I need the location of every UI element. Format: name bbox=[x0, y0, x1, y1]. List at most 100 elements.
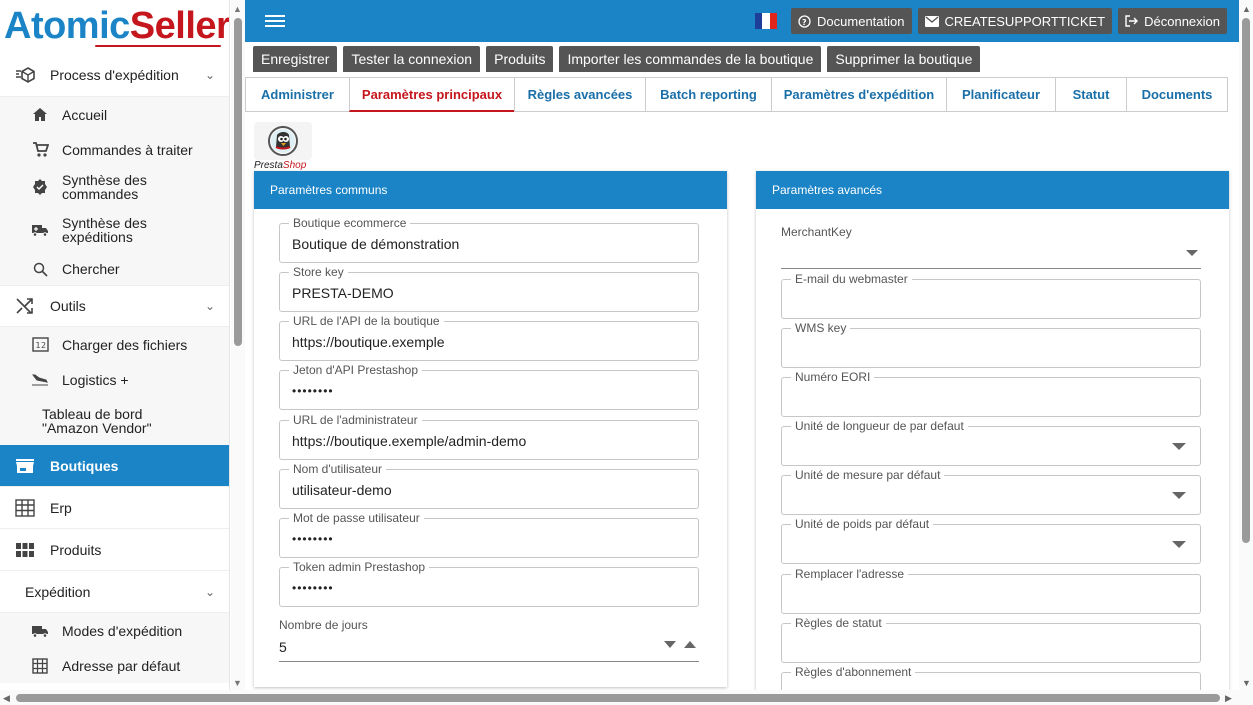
main-vertical-scrollbar[interactable]: ▲ ▼ bbox=[1239, 0, 1253, 705]
dropdown-caret-icon bbox=[1172, 541, 1186, 548]
tab-documents[interactable]: Documents bbox=[1126, 77, 1228, 112]
french-flag-icon[interactable] bbox=[755, 13, 778, 29]
length-unit-select[interactable]: Unité de longueur de par defaut bbox=[781, 419, 1201, 466]
tab-parametres-principaux[interactable]: Paramètres principaux bbox=[349, 77, 514, 112]
scroll-down-arrow-icon[interactable]: ▼ bbox=[233, 678, 242, 688]
import-orders-button[interactable]: Importer les commandes de la boutique bbox=[559, 46, 822, 72]
mail-icon bbox=[924, 15, 939, 27]
prestashop-api-token-field[interactable]: Jeton d'API Prestashop •••••••• bbox=[279, 363, 699, 410]
sidebar: AtomicSeller Process d'expédition ⌄ Accu… bbox=[0, 0, 230, 690]
field-label: Nom d'utilisateur bbox=[289, 462, 386, 476]
nav-item-chercher[interactable]: Chercher bbox=[0, 253, 229, 285]
menu-icon[interactable] bbox=[265, 15, 285, 27]
field-value: https://boutique.exemple/admin-demo bbox=[292, 433, 527, 449]
field-value: •••••••• bbox=[292, 581, 334, 595]
nav-item-label: Modes d'expédition bbox=[62, 622, 183, 639]
nav-group-outils[interactable]: Outils ⌄ bbox=[0, 285, 229, 327]
sidebar-scroll-thumb[interactable] bbox=[234, 18, 242, 346]
delete-store-button[interactable]: Supprimer la boutique bbox=[827, 46, 981, 72]
products-button[interactable]: Produits bbox=[486, 46, 554, 72]
nav-item-label: Logistics + bbox=[62, 371, 129, 388]
sidebar-scrollbar[interactable]: ▲ ▼ bbox=[231, 0, 245, 690]
dropdown-caret-icon bbox=[1172, 492, 1186, 499]
tab-administrer[interactable]: Administrer bbox=[245, 77, 349, 112]
days-underline bbox=[279, 661, 699, 662]
nav-item-adresse-defaut[interactable]: Adresse par défaut bbox=[0, 648, 229, 683]
tab-batch-reporting[interactable]: Batch reporting bbox=[645, 77, 771, 112]
days-label: Nombre de jours bbox=[279, 618, 368, 632]
increment-arrow-icon[interactable] bbox=[684, 641, 696, 648]
scroll-right-arrow-icon[interactable]: ▶ bbox=[1225, 693, 1232, 704]
field-label: URL de l'administrateur bbox=[289, 413, 422, 427]
webmaster-email-field[interactable]: E-mail du webmaster bbox=[781, 272, 1201, 319]
nav-item-synthese-expeditions[interactable]: Synthèse des expéditions bbox=[0, 207, 229, 253]
wms-key-field[interactable]: WMS key bbox=[781, 321, 1201, 368]
prestashop-wordmark: PrestaShop bbox=[254, 160, 307, 171]
support-ticket-button[interactable]: CREATESUPPORTTICKET bbox=[917, 8, 1113, 34]
field-label: WMS key bbox=[791, 321, 851, 335]
main-horizontal-scroll-thumb[interactable] bbox=[16, 694, 1220, 702]
nav-item-logistics[interactable]: Logistics + bbox=[0, 362, 229, 397]
common-settings-panel: Paramètres communs Boutique ecommerce Bo… bbox=[254, 171, 727, 687]
nav-item-label: Synthèse des commandes bbox=[62, 172, 147, 202]
logo-underline bbox=[95, 45, 221, 47]
tab-parametres-expedition[interactable]: Paramètres d'expédition bbox=[771, 77, 946, 112]
documentation-button[interactable]: ? Documentation bbox=[791, 8, 912, 34]
subscription-rules-field[interactable]: Règles d'abonnement bbox=[781, 665, 1201, 691]
advanced-settings-title: Paramètres avancés bbox=[756, 171, 1229, 209]
nav-item-label: Boutiques bbox=[50, 457, 119, 474]
main-horizontal-scrollbar[interactable]: ◀ ▶ bbox=[0, 690, 1239, 705]
username-field[interactable]: Nom d'utilisateur utilisateur-demo bbox=[279, 462, 699, 509]
plane-icon bbox=[30, 373, 50, 387]
store-key-field[interactable]: Store key PRESTA-DEMO bbox=[279, 265, 699, 312]
weight-unit-select[interactable]: Unité de poids par défaut bbox=[781, 517, 1201, 564]
nav-group-process[interactable]: Process d'expédition ⌄ bbox=[0, 53, 229, 97]
nav-item-accueil[interactable]: Accueil bbox=[0, 97, 229, 132]
nav-item-produits[interactable]: Produits bbox=[0, 529, 229, 571]
scroll-down-arrow-icon[interactable]: ▼ bbox=[1242, 678, 1251, 688]
scroll-up-arrow-icon[interactable]: ▲ bbox=[233, 4, 242, 14]
nav-group-expedition[interactable]: Expédition ⌄ bbox=[0, 571, 229, 613]
nav-item-commandes[interactable]: Commandes à traiter bbox=[0, 132, 229, 167]
merchant-key-underline[interactable] bbox=[781, 268, 1201, 269]
svg-text:1: 1 bbox=[35, 341, 40, 350]
scroll-left-arrow-icon[interactable]: ◀ bbox=[3, 693, 10, 704]
merchant-key-label: MerchantKey bbox=[781, 225, 852, 239]
nav-item-boutiques[interactable]: Boutiques bbox=[0, 445, 229, 487]
settings-tabs: Administrer Paramètres principaux Règles… bbox=[245, 77, 1228, 112]
logout-icon bbox=[1125, 15, 1139, 27]
main-vertical-scroll-thumb[interactable] bbox=[1242, 18, 1250, 543]
tab-planificateur[interactable]: Planificateur bbox=[946, 77, 1055, 112]
nav-item-synthese-commandes[interactable]: Synthèse des commandes bbox=[0, 167, 229, 207]
common-settings-title: Paramètres communs bbox=[254, 171, 727, 209]
user-password-field[interactable]: Mot de passe utilisateur •••••••• bbox=[279, 511, 699, 558]
replace-address-field[interactable]: Remplacer l'adresse bbox=[781, 567, 1201, 614]
tab-regles-avancees[interactable]: Règles avancées bbox=[514, 77, 645, 112]
logout-button[interactable]: Déconnexion bbox=[1118, 8, 1227, 34]
nav-item-modes-expedition[interactable]: Modes d'expédition bbox=[0, 613, 229, 648]
decrement-arrow-icon[interactable] bbox=[664, 641, 676, 648]
nav-group-outils-label: Outils bbox=[50, 298, 86, 314]
store-ecommerce-field[interactable]: Boutique ecommerce Boutique de démonstra… bbox=[279, 216, 699, 263]
eori-number-field[interactable]: Numéro EORI bbox=[781, 370, 1201, 417]
search-icon bbox=[30, 262, 50, 277]
nav-item-charger-fichiers[interactable]: 12 Charger des fichiers bbox=[0, 327, 229, 362]
merchant-key-dropdown-icon[interactable] bbox=[1186, 250, 1198, 256]
scroll-up-arrow-icon[interactable]: ▲ bbox=[1242, 4, 1251, 14]
save-button[interactable]: Enregistrer bbox=[253, 46, 338, 72]
status-rules-field[interactable]: Règles de statut bbox=[781, 616, 1201, 663]
test-connection-button[interactable]: Tester la connexion bbox=[343, 46, 481, 72]
store-icon bbox=[14, 458, 36, 474]
field-label: Mot de passe utilisateur bbox=[289, 511, 424, 525]
nav-item-erp[interactable]: Erp bbox=[0, 487, 229, 529]
measure-unit-select[interactable]: Unité de mesure par défaut bbox=[781, 468, 1201, 515]
support-label: CREATESUPPORTTICKET bbox=[944, 13, 1106, 29]
store-api-url-field[interactable]: URL de l'API de la boutique https://bout… bbox=[279, 314, 699, 361]
nav-item-amazon-vendor[interactable]: Tableau de bord "Amazon Vendor" bbox=[0, 397, 229, 445]
days-input[interactable]: 5 bbox=[279, 639, 287, 655]
admin-token-field[interactable]: Token admin Prestashop •••••••• bbox=[279, 560, 699, 607]
nav-item-label: Commandes à traiter bbox=[62, 141, 193, 158]
grid-icon bbox=[30, 657, 50, 674]
admin-url-field[interactable]: URL de l'administrateur https://boutique… bbox=[279, 413, 699, 460]
tab-statut[interactable]: Statut bbox=[1055, 77, 1126, 112]
